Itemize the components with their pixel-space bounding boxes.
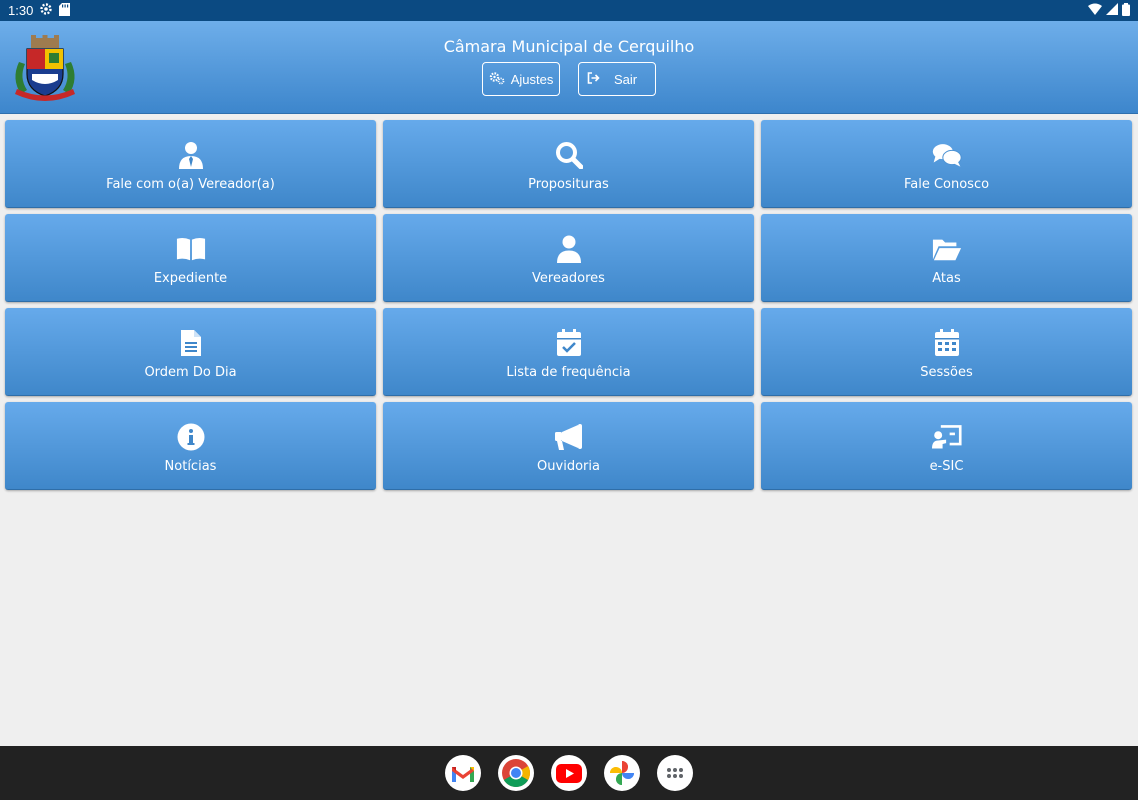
tile-label: Vereadores: [532, 271, 605, 286]
settings-button-label: Ajustes: [510, 71, 554, 87]
tile-vereadores[interactable]: Vereadores: [383, 214, 754, 302]
tile-atas[interactable]: Atas: [761, 214, 1132, 302]
taskbar-dock: [0, 746, 1138, 800]
tile-label: Ouvidoria: [537, 459, 600, 474]
tile-ouvidoria[interactable]: Ouvidoria: [383, 402, 754, 490]
menu-grid: Fale com o(a) Vereador(a) Proposituras F…: [5, 120, 1134, 490]
tile-label: Ordem Do Dia: [144, 365, 237, 380]
megaphone-icon: [554, 422, 584, 452]
calendar-icon: [932, 328, 962, 358]
sign-out-icon: [587, 71, 600, 87]
calendar-check-icon: [554, 328, 584, 358]
tile-fale-com-vereador[interactable]: Fale com o(a) Vereador(a): [5, 120, 376, 208]
app-title: Câmara Municipal de Cerquilho: [443, 37, 695, 56]
clock: 1:30: [8, 3, 34, 18]
tile-lista-de-frequencia[interactable]: Lista de frequência: [383, 308, 754, 396]
tile-e-sic[interactable]: e-SIC: [761, 402, 1132, 490]
tile-label: Expediente: [153, 271, 228, 286]
tile-label: Proposituras: [528, 177, 609, 192]
presentation-icon: [931, 422, 962, 452]
user-tie-icon: [176, 140, 206, 170]
tile-label: e-SIC: [929, 459, 964, 474]
status-bar: 1:30: [0, 0, 1138, 21]
gears-icon: [489, 71, 505, 88]
chrome-icon[interactable]: [498, 755, 534, 791]
book-open-icon: [176, 234, 206, 264]
tile-proposituras[interactable]: Proposituras: [383, 120, 754, 208]
tile-noticias[interactable]: Notícias: [5, 402, 376, 490]
youtube-icon[interactable]: [551, 755, 587, 791]
tile-label: Fale com o(a) Vereador(a): [106, 177, 275, 192]
logout-button-label: Sair: [614, 71, 638, 87]
wifi-icon: [1088, 3, 1102, 18]
info-circle-icon: [176, 422, 206, 452]
chat-bubbles-icon: [932, 140, 962, 170]
gmail-icon[interactable]: [445, 755, 481, 791]
signal-icon: [1106, 3, 1118, 18]
folder-open-icon: [932, 234, 962, 264]
battery-icon: [1122, 2, 1130, 19]
app-header: Câmara Municipal de Cerquilho Ajustes Sa…: [0, 21, 1138, 114]
tile-label: Sessões: [920, 365, 973, 380]
tile-sessoes[interactable]: Sessões: [761, 308, 1132, 396]
tile-fale-conosco[interactable]: Fale Conosco: [761, 120, 1132, 208]
tile-label: Atas: [932, 271, 961, 286]
tile-label: Lista de frequência: [506, 365, 631, 380]
settings-gear-icon: [39, 2, 53, 19]
app-drawer-icon[interactable]: [657, 755, 693, 791]
tile-label: Notícias: [164, 459, 217, 474]
search-icon: [554, 140, 584, 170]
tile-ordem-do-dia[interactable]: Ordem Do Dia: [5, 308, 376, 396]
tile-expediente[interactable]: Expediente: [5, 214, 376, 302]
tile-label: Fale Conosco: [903, 177, 990, 192]
sd-card-icon: [59, 2, 71, 19]
settings-button[interactable]: Ajustes: [482, 62, 560, 96]
photos-icon[interactable]: [604, 755, 640, 791]
user-icon: [554, 234, 584, 264]
logout-button[interactable]: Sair: [578, 62, 656, 96]
document-icon: [176, 328, 206, 358]
